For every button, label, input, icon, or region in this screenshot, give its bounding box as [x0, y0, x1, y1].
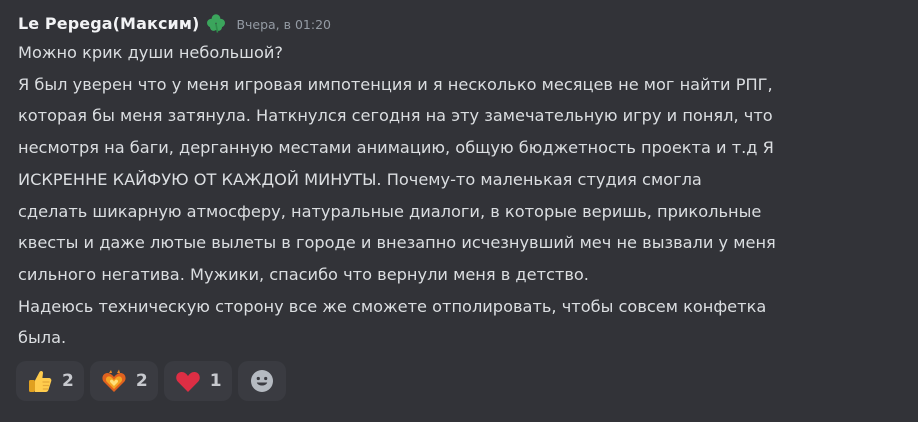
message-line: Надеюсь техническую сторону все же сможе… [18, 296, 767, 316]
add-reaction-button[interactable] [237, 361, 286, 401]
thumbs-up-icon [26, 367, 54, 395]
reaction-count: 2 [135, 371, 148, 391]
message-line: сильного негатива. Мужики, спасибо что в… [18, 264, 589, 284]
chat-message: Le Pepega(Максим) Вчера, в 01:20 Можно к… [18, 10, 910, 354]
add-reaction-icon [250, 369, 274, 393]
message-line: которая бы меня затянула. Наткнулся сего… [18, 106, 773, 126]
reaction-fire-heart[interactable]: 2 [89, 361, 158, 401]
message-line: Я был уверен что у меня игровая импотенц… [18, 74, 773, 94]
fire-heart-icon [100, 367, 128, 395]
message-line: сделать шикарную атмосферу, натуральные … [18, 201, 762, 221]
message-line: была. [18, 328, 67, 348]
message-line: квесты и даже лютые вылеты в городе и вн… [18, 233, 776, 253]
reactions-bar: 2 2 1 [16, 361, 286, 401]
reaction-count: 1 [209, 371, 222, 391]
reaction-thumbs-up[interactable]: 2 [16, 361, 84, 401]
message-content: Можно крик души небольшой? Я был уверен … [18, 37, 910, 354]
message-line: Можно крик души небольшой? [18, 43, 283, 62]
reaction-count: 2 [62, 371, 74, 391]
clover-icon[interactable] [205, 12, 227, 34]
red-heart-icon [174, 367, 202, 395]
message-header: Le Pepega(Максим) Вчера, в 01:20 [18, 10, 910, 36]
reaction-red-heart[interactable]: 1 [163, 361, 232, 401]
author-username[interactable]: Le Pepega(Максим) [18, 14, 199, 33]
message-line: несмотря на баги, дерганную местами аним… [18, 138, 774, 158]
message-line: ИСКРЕННЕ КАЙФУЮ ОТ КАЖДОЙ МИНУТЫ. Почему… [18, 169, 702, 189]
message-timestamp: Вчера, в 01:20 [236, 16, 331, 32]
